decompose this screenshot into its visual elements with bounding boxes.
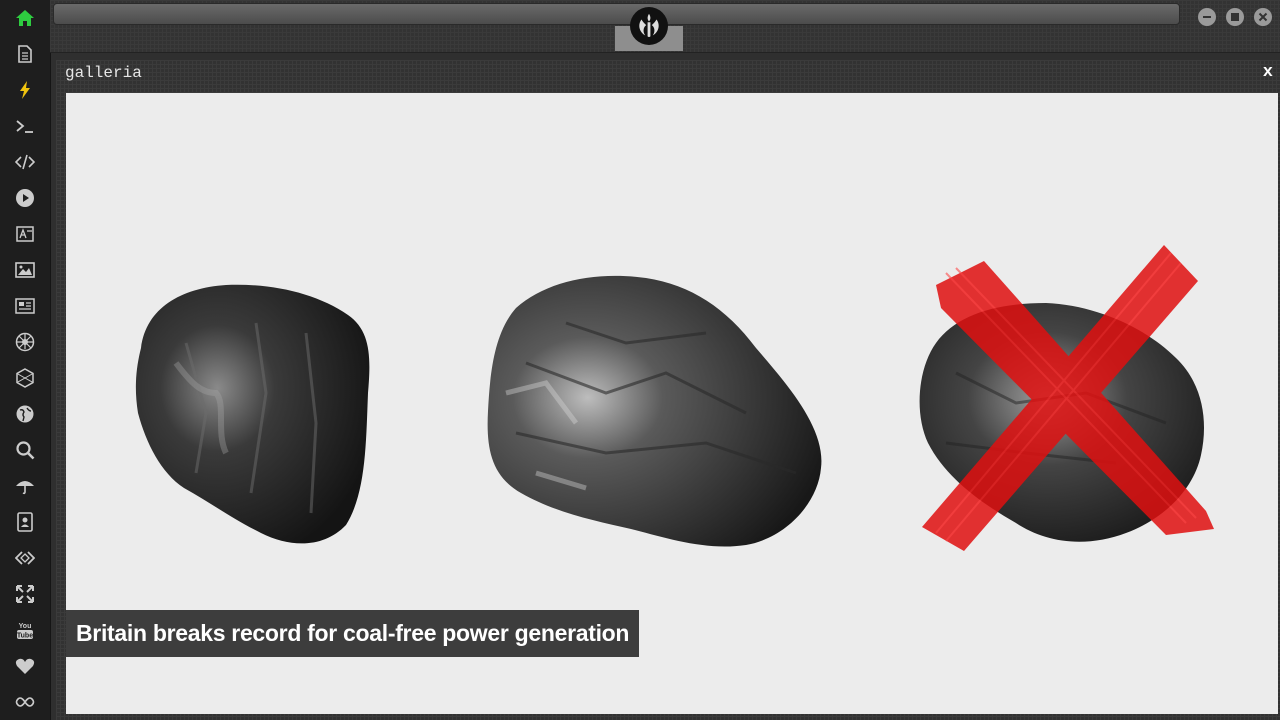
sidebar: You Tube bbox=[0, 0, 51, 720]
youtube-icon[interactable]: You Tube bbox=[14, 619, 36, 641]
empire-icon[interactable] bbox=[14, 331, 36, 353]
hexagon-icon[interactable] bbox=[14, 367, 36, 389]
gallery-image[interactable]: Britain breaks record for coal-free powe… bbox=[66, 93, 1278, 714]
search-icon[interactable] bbox=[14, 439, 36, 461]
heart-icon[interactable] bbox=[14, 655, 36, 677]
rebel-alliance-logo-icon[interactable] bbox=[630, 7, 668, 45]
infinity-icon[interactable] bbox=[14, 691, 36, 713]
image-icon[interactable] bbox=[14, 259, 36, 281]
close-app-button[interactable] bbox=[1254, 8, 1272, 26]
window-title: galleria bbox=[65, 64, 142, 82]
address-bar[interactable] bbox=[53, 3, 1180, 25]
translate-icon[interactable] bbox=[14, 223, 36, 245]
gallery-caption: Britain breaks record for coal-free powe… bbox=[66, 610, 640, 657]
home-icon[interactable] bbox=[14, 7, 36, 29]
window-close-button[interactable]: x bbox=[1263, 63, 1273, 82]
coal-lump-2 bbox=[487, 275, 822, 547]
svg-text:You: You bbox=[19, 623, 32, 630]
top-bar bbox=[50, 0, 1280, 53]
news-icon[interactable] bbox=[14, 295, 36, 317]
expand-icon[interactable] bbox=[14, 583, 36, 605]
umbrella-icon[interactable] bbox=[14, 475, 36, 497]
contacts-icon[interactable] bbox=[14, 511, 36, 533]
globe-icon[interactable] bbox=[14, 403, 36, 425]
minimize-button[interactable] bbox=[1198, 8, 1216, 26]
embed-icon[interactable] bbox=[14, 547, 36, 569]
lightning-icon[interactable] bbox=[14, 79, 36, 101]
svg-text:Tube: Tube bbox=[17, 633, 33, 640]
document-icon[interactable] bbox=[14, 43, 36, 65]
galleria-window: galleria x Britain breaks record for coa… bbox=[56, 60, 1280, 720]
terminal-icon[interactable] bbox=[14, 115, 36, 137]
code-icon[interactable] bbox=[14, 151, 36, 173]
coal-lump-1 bbox=[135, 284, 370, 544]
maximize-button[interactable] bbox=[1226, 8, 1244, 26]
play-icon[interactable] bbox=[14, 187, 36, 209]
